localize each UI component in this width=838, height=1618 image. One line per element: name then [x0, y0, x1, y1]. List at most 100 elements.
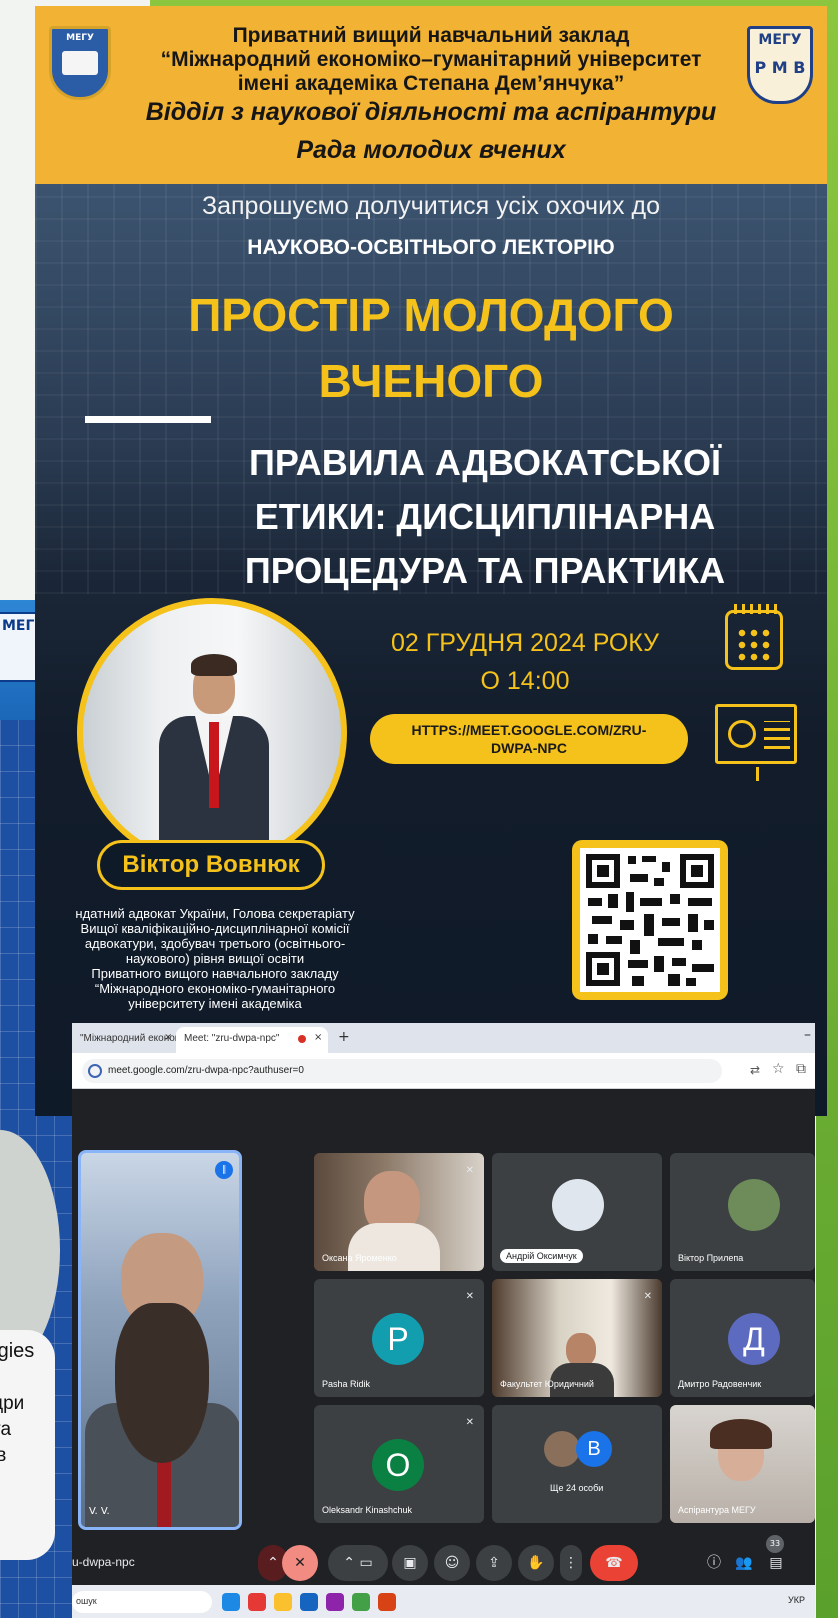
chat-icon[interactable]: ▤ — [762, 1545, 790, 1581]
main-title-line-2: ВЧЕНОГО — [318, 355, 544, 407]
mic-off-icon: ✕ — [465, 1291, 474, 1302]
qr-code-frame — [572, 840, 728, 1000]
chrome-icon[interactable] — [248, 1593, 266, 1611]
new-tab-icon[interactable]: + — [338, 1029, 350, 1045]
present-screen-icon[interactable]: ⇪ — [476, 1545, 512, 1581]
participant-avatar — [728, 1179, 780, 1231]
calendar-cells — [736, 627, 774, 663]
participant-name: Андрій Оксимчук — [500, 1249, 583, 1263]
speaker-photo-hair — [191, 654, 237, 676]
speaker-tile-name: V. V. — [89, 1506, 110, 1517]
viber-icon[interactable] — [326, 1593, 344, 1611]
end-call-icon[interactable]: ☎ — [590, 1545, 638, 1581]
topic-line-3: ПРОЦЕДУРА ТА ПРАКТИКА — [244, 550, 726, 591]
bio-line-7: університету імені академіка — [128, 996, 302, 1011]
participant-name: Pasha Ridik — [322, 1379, 371, 1389]
google-meet-window: "Міжнародний економі × Meet: "zru-dwpa-n… — [72, 1023, 815, 1618]
meet-link[interactable]: HTTPS://MEET.GOOGLE.COM/ZRU- DWPA-NPC — [370, 714, 688, 764]
university-logo-right: МЕГУ Р М В — [747, 26, 813, 104]
close-icon[interactable]: × — [164, 1032, 172, 1043]
poster-body: Запрошуємо долучитися усіх охочих до НАУ… — [35, 184, 827, 1116]
event-poster: МЕГУ Приватний вищий навчальний заклад “… — [35, 6, 827, 1116]
browser-tab-bar: "Міжнародний економі × Meet: "zru-dwpa-n… — [72, 1023, 815, 1053]
participant-avatar: O — [372, 1439, 424, 1491]
bio-line-2: Вищої кваліфікаційно-дисциплінарної комі… — [80, 921, 350, 936]
raise-hand-icon[interactable]: ✋ — [518, 1545, 554, 1581]
recording-icon — [298, 1035, 306, 1043]
participant-tile[interactable]: Андрій Оксимчук — [492, 1153, 662, 1271]
emoji-icon[interactable]: ☺ — [434, 1545, 470, 1581]
qr-code-pattern — [586, 854, 714, 986]
logo-right-text: МЕГУ — [758, 32, 802, 48]
bg-slide-text-2: дри — [0, 1393, 25, 1414]
main-title-line-1: ПРОСТІР МОЛОДОГО — [188, 289, 674, 341]
bio-line-5: Приватного вищого навчального закладу — [91, 966, 339, 981]
main-title: ПРОСТІР МОЛОДОГО ВЧЕНОГО — [35, 282, 827, 414]
qr-code[interactable] — [580, 848, 720, 992]
captions-icon[interactable]: ▣ — [392, 1545, 428, 1581]
word-icon[interactable] — [300, 1593, 318, 1611]
topic-line-1: ПРАВИЛА АДВОКАТСЬКОЇ — [249, 442, 721, 483]
speaking-indicator-icon: ∥ — [215, 1161, 233, 1179]
participant-tile-others[interactable]: B Ще 24 особи — [492, 1405, 662, 1523]
powerpoint-icon[interactable] — [378, 1593, 396, 1611]
people-icon[interactable]: 👥 — [730, 1545, 758, 1581]
bg-slide-text-1: logies — [0, 1340, 35, 1362]
mic-off-icon: ✕ — [465, 1165, 474, 1176]
lectorium-text: НАУКОВО-ОСВІТНЬОГО ЛЕКТОРІЮ — [247, 236, 615, 259]
folder-icon[interactable] — [274, 1593, 292, 1611]
participant-body — [348, 1223, 440, 1271]
participant-name: Оксана Яроменко — [322, 1253, 397, 1263]
poster-header: МЕГУ Приватний вищий навчальний заклад “… — [35, 6, 827, 184]
browser-tab-1[interactable]: "Міжнародний економі — [72, 1027, 176, 1053]
taskbar-search[interactable]: ошук — [72, 1591, 212, 1613]
translate-icon[interactable]: ⇄ — [750, 1063, 760, 1077]
star-icon[interactable]: ☆ — [772, 1061, 785, 1077]
board-lines — [764, 721, 790, 749]
tray-language[interactable]: УКР — [788, 1595, 805, 1605]
participant-tile[interactable]: O ✕ Oleksandr Kinashchuk — [314, 1405, 484, 1523]
calendar-icon — [725, 604, 783, 670]
extension-icon[interactable]: ⧉ — [796, 1061, 806, 1077]
url-field[interactable]: meet.google.com/zru-dwpa-npc?authuser=0 — [82, 1059, 722, 1083]
bio-line-1: ндатний адвокат України, Голова секретар… — [75, 906, 355, 921]
event-date: 02 ГРУДНЯ 2024 РОКУ О 14:00 — [360, 624, 690, 700]
participant-tile[interactable]: Віктор Прилепа — [670, 1153, 815, 1271]
edge-icon[interactable] — [222, 1593, 240, 1611]
topic-line-2: ЕТИКИ: ДИСЦИПЛІНАРНА — [254, 496, 716, 537]
minimize-icon[interactable]: – — [804, 1027, 811, 1043]
speaker-bio: ндатний адвокат України, Голова секретар… — [55, 906, 375, 1011]
participant-tile[interactable]: Аспірантура МЕГУ — [670, 1405, 815, 1523]
lecture-topic: ПРАВИЛА АДВОКАТСЬКОЇ ЕТИКИ: ДИСЦИПЛІНАРН… — [175, 436, 795, 598]
speaker-photo — [77, 598, 347, 868]
participant-tile[interactable]: Д Дмитро Радовенчик — [670, 1279, 815, 1397]
close-icon[interactable]: × — [314, 1032, 322, 1043]
address-bar: meet.google.com/zru-dwpa-npc?authuser=0 … — [72, 1053, 815, 1089]
site-info-icon[interactable] — [88, 1064, 102, 1078]
header-department: Відділ з наукової діяльності та аспірант… — [145, 98, 717, 126]
more-options-icon[interactable]: ⋮ — [560, 1545, 582, 1581]
participant-avatar: B — [576, 1431, 612, 1467]
speaker-beard — [115, 1303, 209, 1463]
mic-off-icon: ✕ — [465, 1417, 474, 1428]
participant-name: Ще 24 особи — [550, 1483, 604, 1493]
meet-link-line-1: HTTPS://MEET.GOOGLE.COM/ZRU- — [411, 722, 647, 738]
chrome-icon[interactable] — [352, 1593, 370, 1611]
participant-name: Дмитро Радовенчик — [678, 1379, 762, 1389]
pie-chart-icon — [728, 720, 756, 748]
header-line-2: “Міжнародний економіко–гуманітарний унів… — [160, 48, 702, 71]
active-speaker-tile[interactable]: ∥ V. V. — [78, 1150, 242, 1530]
decorative-bar — [85, 416, 211, 423]
participant-tile[interactable]: ✕ Оксана Яроменко — [314, 1153, 484, 1271]
info-icon[interactable]: ⓘ — [700, 1545, 728, 1581]
mic-off-icon[interactable]: ✕ — [282, 1545, 318, 1581]
participant-avatar — [544, 1431, 580, 1467]
camera-button[interactable]: ⌃ ▭ — [328, 1545, 388, 1581]
participant-tile[interactable]: P ✕ Pasha Ridik — [314, 1279, 484, 1397]
mic-off-icon: ✕ — [643, 1291, 652, 1302]
participant-tile[interactable]: ✕ Факультет Юридичний — [492, 1279, 662, 1397]
board-stand — [756, 767, 759, 781]
participant-avatar: Д — [728, 1313, 780, 1365]
presentation-board-icon — [715, 704, 797, 781]
bio-line-3: адвокатури, здобувач третього (освітньог… — [84, 936, 346, 951]
